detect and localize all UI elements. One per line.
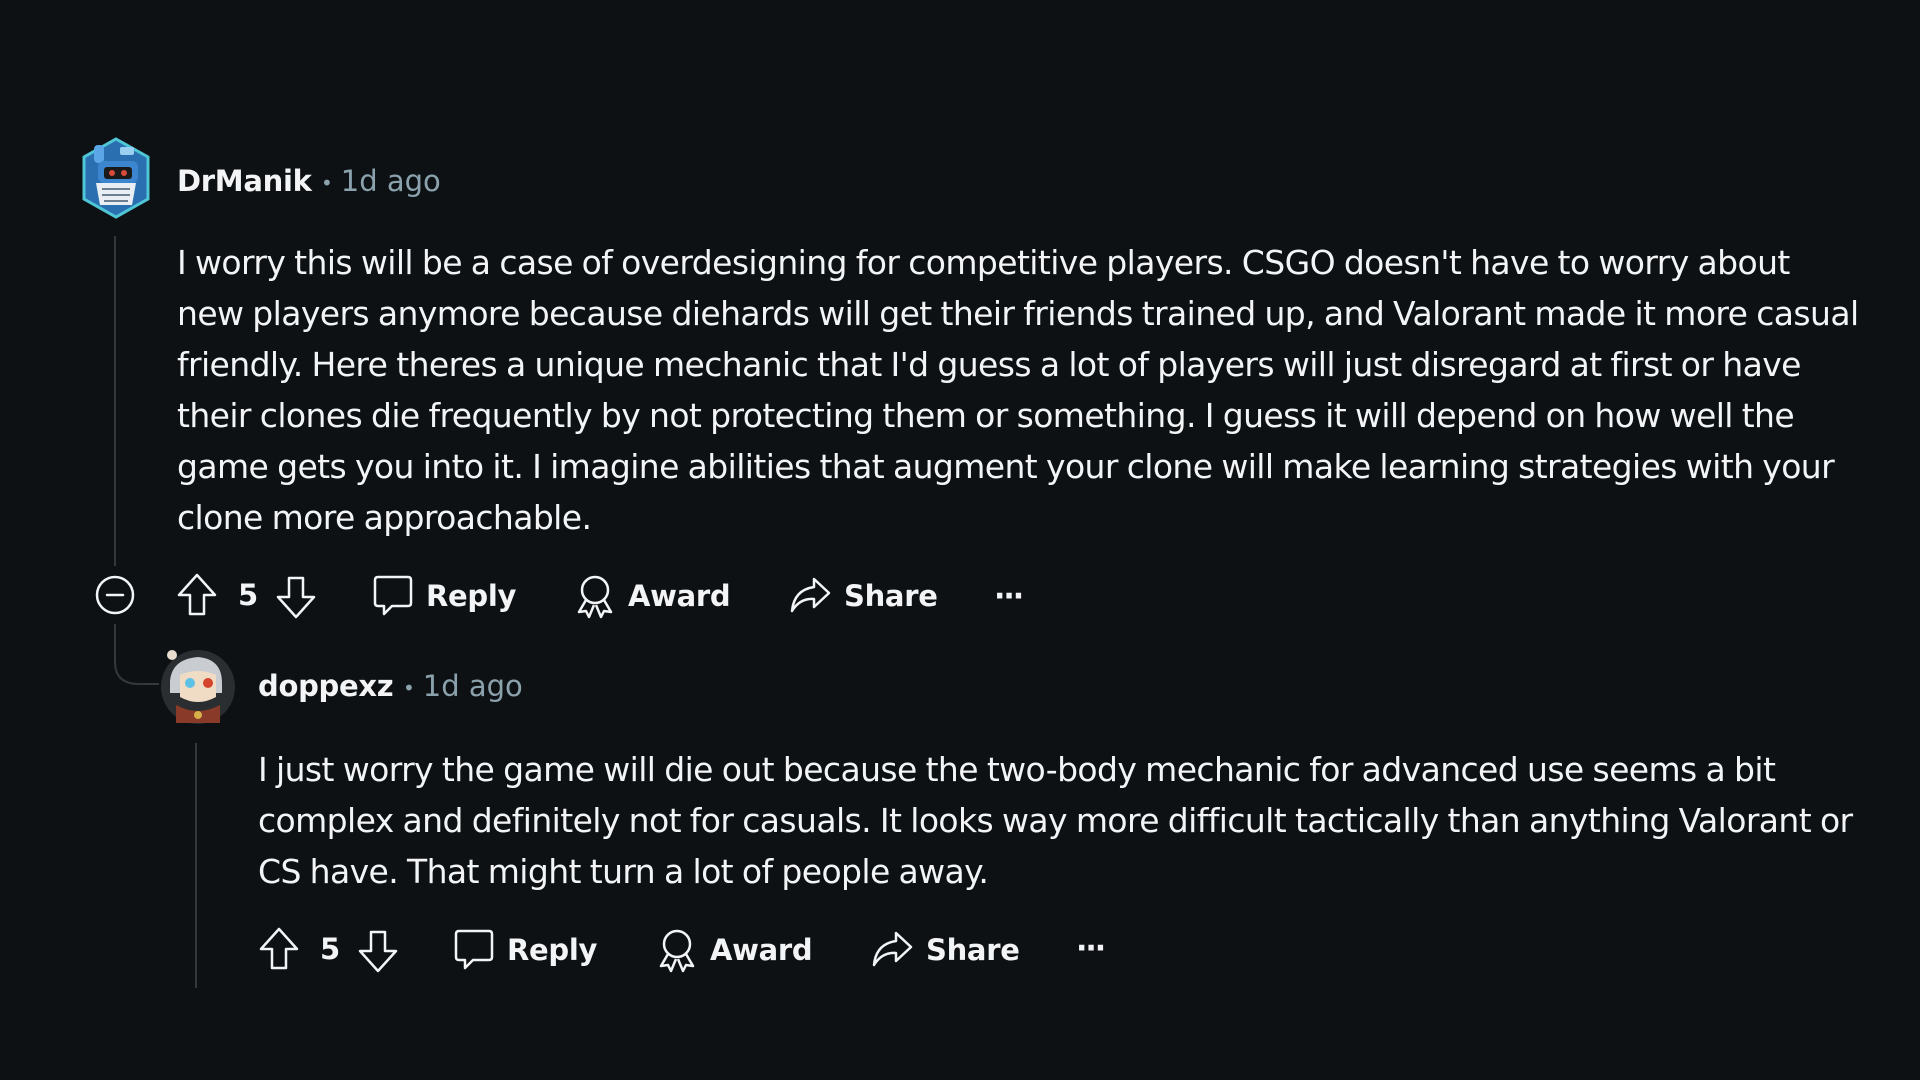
comment-body-line: new players anymore because diehards wil… [177,294,1859,333]
share-label: Share [926,933,1020,967]
upvote-button[interactable] [176,572,218,622]
award-icon [659,929,695,973]
comment-body-line: friendly. Here theres a unique mechanic … [177,345,1801,384]
timestamp-text: 1d ago [422,669,523,703]
timestamp-text: 1d ago [340,164,441,198]
more-icon: ··· [994,578,1024,614]
upvote-button[interactable] [258,926,300,976]
share-label: Share [844,579,938,613]
reply-label: Reply [426,579,517,613]
downvote-icon [358,930,398,973]
comment-icon [454,929,494,970]
award-label: Award [710,933,813,967]
reply-button[interactable]: Reply [372,572,516,620]
more-icon: ··· [1076,930,1106,966]
reply-button[interactable]: Reply [453,926,597,974]
collapse-icon [95,575,135,615]
award-button[interactable]: Award [574,572,731,620]
avatar-drmanik[interactable] [80,135,152,221]
robot-avatar-icon [82,137,150,219]
share-icon [872,931,913,967]
separator-dot: • [321,171,333,195]
downvote-icon [276,576,316,619]
separator-dot: • [403,676,415,700]
downvote-button[interactable] [275,574,317,624]
comment-body-line: I just worry the game will die out becau… [258,750,1776,789]
comment-author[interactable]: doppexz [258,669,394,703]
astronaut-avatar-icon [161,650,235,724]
comment-body-line: their clones die frequently by not prote… [177,396,1795,435]
more-options-button[interactable]: ··· [1076,924,1106,972]
share-button[interactable]: Share [870,926,1020,974]
award-button[interactable]: Award [656,926,813,974]
thread-line[interactable] [114,236,116,566]
collapse-button[interactable] [94,574,136,620]
comment-body: I just worry the game will die out becau… [258,744,1853,897]
comment-body-line: CS have. That might turn a lot of people… [258,852,989,891]
vote-score: 5 [238,578,259,612]
avatar-doppexz[interactable] [158,645,238,725]
thread-curve [114,650,159,685]
comment-icon [373,575,413,616]
comment-body-line: game gets you into it. I imagine abiliti… [177,447,1835,486]
upvote-icon [177,573,217,616]
vote-score: 5 [320,932,341,966]
downvote-button[interactable] [357,928,399,978]
comment-body-line: I worry this will be a case of overdesig… [177,243,1790,282]
comment-body-line: complex and definitely not for casuals. … [258,801,1853,840]
thread-line[interactable] [195,743,197,988]
share-button[interactable]: Share [788,572,938,620]
comment-timestamp: • 1d ago [321,164,441,198]
more-options-button[interactable]: ··· [994,572,1024,620]
comment-body-line: clone more approachable. [177,498,592,537]
comment-body: I worry this will be a case of overdesig… [177,237,1859,543]
upvote-icon [259,927,299,970]
reply-label: Reply [507,933,598,967]
award-icon [577,575,613,619]
award-label: Award [628,579,731,613]
comment-author[interactable]: DrManik [177,164,312,198]
share-icon [790,577,831,613]
comment-timestamp: • 1d ago [403,669,523,703]
